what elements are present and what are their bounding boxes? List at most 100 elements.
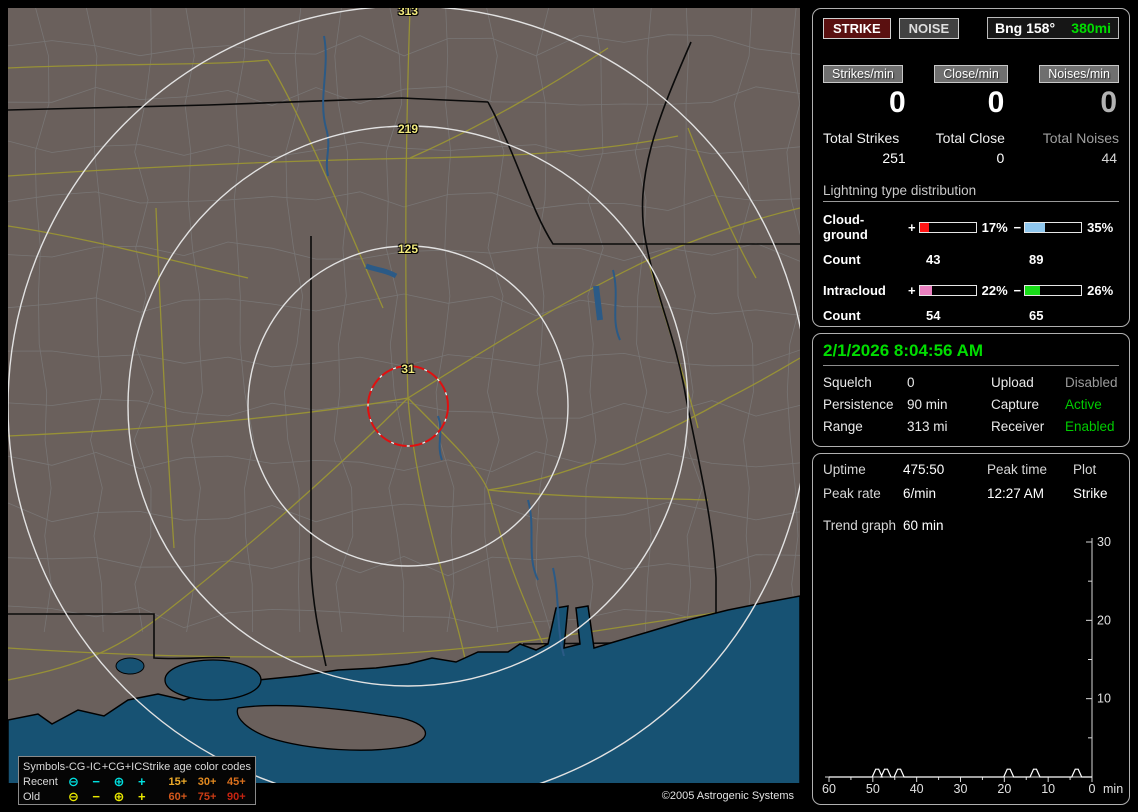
legend-row-recent-label: Recent xyxy=(23,775,58,788)
legend-col-neg-ic: -IC xyxy=(86,760,101,773)
svg-text:10: 10 xyxy=(1041,782,1055,796)
upload-status: Disabled xyxy=(1065,375,1118,390)
close-rate-column: Close/min 0 Total Close 0 xyxy=(922,65,1021,166)
recent-neg-ic-icon: − xyxy=(92,774,101,789)
ic-positive-pct: 22% xyxy=(981,283,1008,298)
legend-age-header: Strike age color codes xyxy=(142,760,251,773)
uptime-value: 475:50 xyxy=(903,462,945,477)
ring-label-31: 31 xyxy=(401,362,415,376)
distribution-header: Lightning type distribution xyxy=(823,183,1119,202)
minus-sign: − xyxy=(1013,283,1022,298)
recent-pos-cg-icon: ⊕ xyxy=(113,774,125,789)
uptime-label: Uptime xyxy=(823,462,866,477)
capture-status: Active xyxy=(1065,397,1102,412)
ring-label-313: 313 xyxy=(397,8,419,18)
range-value: 313 mi xyxy=(907,419,948,434)
svg-text:20: 20 xyxy=(1097,613,1111,627)
divider xyxy=(823,365,1119,366)
cloud-ground-count-row: Count 43 89 xyxy=(823,252,1119,267)
total-noises-value: 44 xyxy=(1101,150,1118,166)
noises-per-min-button[interactable]: Noises/min xyxy=(1039,65,1120,83)
legend-col-pos-cg: +CG xyxy=(101,760,125,773)
plot-value: Strike xyxy=(1073,486,1108,501)
copyright-text: ©2005 Astrogenic Systems xyxy=(661,790,794,802)
total-strikes-value: 251 xyxy=(882,150,906,166)
legend-row-old-label: Old xyxy=(23,790,41,803)
close-per-min-value: 0 xyxy=(987,86,1005,119)
svg-text:40: 40 xyxy=(910,782,924,796)
close-per-min-button[interactable]: Close/min xyxy=(934,65,1008,83)
squelch-value: 0 xyxy=(907,375,915,390)
rates-box: STRIKE NOISE Bng 158° 380mi Strikes/min … xyxy=(812,8,1130,327)
trend-graph-chart: 10 20 30 60 50 40 30 20 10 0 min xyxy=(822,535,1123,796)
ic-positive-bar xyxy=(918,285,977,296)
legend-panel: Symbols -CG -IC +CG +IC Strike age color… xyxy=(18,756,256,805)
svg-text:10: 10 xyxy=(1097,692,1111,706)
plus-sign: + xyxy=(907,283,916,298)
peak-rate-value: 6/min xyxy=(903,486,937,501)
intracloud-row: Intracloud + 22% − 26% xyxy=(823,283,1119,298)
noises-rate-column: Noises/min 0 Total Noises 44 xyxy=(1020,65,1120,166)
ic-positive-count: 54 xyxy=(926,308,941,323)
app-window: 313 219 125 31 ©2005 Astrogenic Systems … xyxy=(0,0,1138,812)
intracloud-label: Intracloud xyxy=(823,283,886,298)
age-code-90: 90+ xyxy=(227,790,246,803)
strikes-per-min-button[interactable]: Strikes/min xyxy=(823,65,903,83)
strikes-per-min-value: 0 xyxy=(888,86,906,119)
ic-negative-count: 65 xyxy=(1029,308,1044,323)
svg-text:60: 60 xyxy=(822,782,836,796)
total-noises-label: Total Noises xyxy=(1042,130,1120,146)
capture-label: Capture xyxy=(991,397,1040,412)
age-code-15: 15+ xyxy=(168,775,188,788)
noise-button[interactable]: NOISE xyxy=(898,17,960,39)
range-label: Range xyxy=(823,419,863,434)
svg-text:20: 20 xyxy=(997,782,1011,796)
plus-sign: + xyxy=(907,219,916,235)
age-code-75: 75+ xyxy=(197,790,217,803)
age-code-45: 45+ xyxy=(227,775,246,788)
receiver-status: Enabled xyxy=(1065,419,1115,434)
datetime-display: 2/1/2026 8:04:56 AM xyxy=(823,341,984,360)
cg-positive-bar xyxy=(918,221,977,233)
persistence-value: 90 min xyxy=(907,397,948,412)
upload-label: Upload xyxy=(991,375,1034,390)
settings-box: 2/1/2026 8:04:56 AM Squelch 0 Upload Dis… xyxy=(812,333,1130,447)
cloud-ground-row: Cloud-ground + 17% − 35% xyxy=(823,212,1119,242)
old-pos-ic-icon: + xyxy=(137,789,146,804)
cloud-ground-label: Cloud-ground xyxy=(823,212,868,242)
recent-neg-cg-icon: ⊖ xyxy=(67,774,79,789)
recent-pos-ic-icon: + xyxy=(137,774,146,789)
bearing-label: Bng 158° xyxy=(995,20,1056,36)
map-canvas[interactable]: 313 219 125 31 ©2005 Astrogenic Systems … xyxy=(8,8,800,805)
svg-text:30: 30 xyxy=(954,782,968,796)
svg-text:0: 0 xyxy=(1089,782,1096,796)
total-close-label: Total Close xyxy=(935,130,1005,146)
trend-box: Uptime 475:50 Peak time Plot Peak rate 6… xyxy=(812,453,1130,805)
peak-rate-label: Peak rate xyxy=(823,486,881,501)
svg-text:50: 50 xyxy=(866,782,880,796)
strike-button[interactable]: STRIKE xyxy=(823,17,891,39)
age-code-60: 60+ xyxy=(168,790,188,803)
ring-label-219: 219 xyxy=(397,122,419,136)
legend-symbols-header: Symbols xyxy=(23,760,66,773)
old-pos-cg-icon: ⊕ xyxy=(113,789,125,804)
legend-col-neg-cg: -CG xyxy=(65,760,86,773)
plot-header: Plot xyxy=(1073,462,1097,477)
svg-text:30: 30 xyxy=(1097,535,1111,549)
strikes-rate-column: Strikes/min 0 Total Strikes 251 xyxy=(823,65,922,166)
status-sidebar: STRIKE NOISE Bng 158° 380mi Strikes/min … xyxy=(810,8,1132,806)
cg-negative-count: 89 xyxy=(1029,252,1044,267)
cg-positive-count: 43 xyxy=(926,252,941,267)
bearing-display: Bng 158° 380mi xyxy=(987,17,1119,39)
count-label: Count xyxy=(823,252,861,267)
svg-text:min: min xyxy=(1103,782,1123,796)
noises-per-min-value: 0 xyxy=(1100,86,1118,119)
total-strikes-label: Total Strikes xyxy=(823,130,900,146)
squelch-label: Squelch xyxy=(823,375,872,390)
minus-sign: − xyxy=(1013,219,1022,235)
cg-positive-pct: 17% xyxy=(981,219,1008,235)
age-code-30: 30+ xyxy=(197,775,217,788)
ring-label-125: 125 xyxy=(397,242,419,256)
legend-col-pos-ic: +IC xyxy=(124,760,143,773)
ic-negative-pct: 26% xyxy=(1087,283,1114,298)
